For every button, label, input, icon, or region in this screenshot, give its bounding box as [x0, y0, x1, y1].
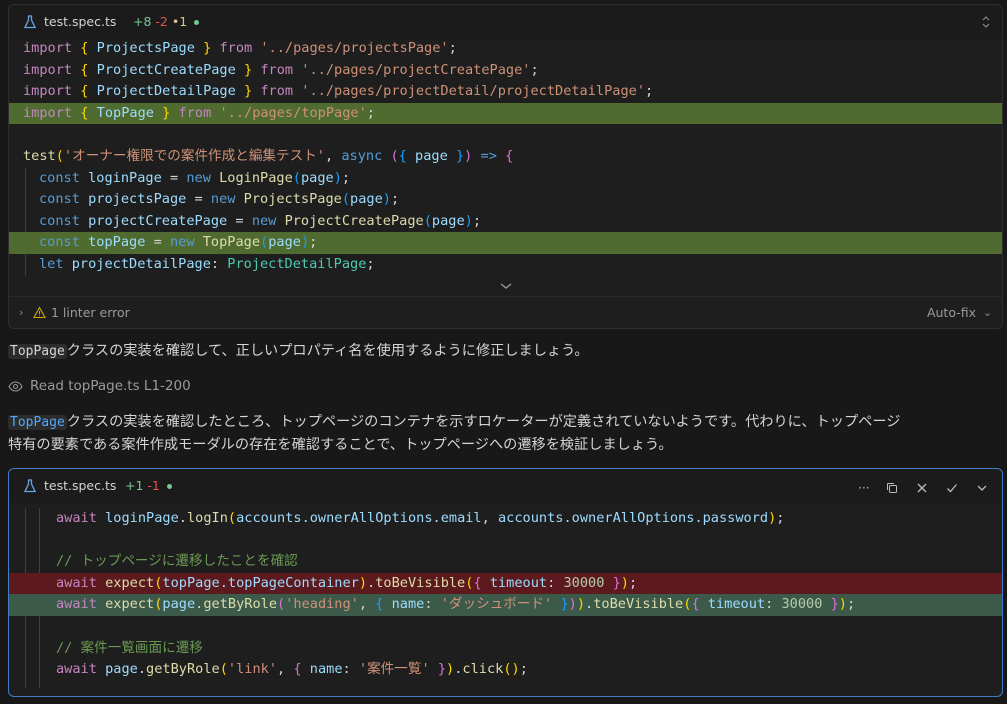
code-line: import { ProjectCreatePage } from '../pa…	[23, 61, 539, 78]
chevron-down-icon[interactable]	[976, 482, 988, 494]
read-file-step[interactable]: Read topPage.ts L1-200	[8, 378, 191, 394]
code-comment: // トップページに遷移したことを確認	[56, 553, 298, 570]
code-line: test('オーナー権限での案件作成と編集テスト', async ({ page…	[23, 148, 514, 164]
linter-footer: › 1 linter error Auto-fix ⌄	[9, 296, 1002, 328]
message-text: クラスの実装を確認したところ、トップページのコンテナを示すロケーターが定義されて…	[66, 414, 901, 430]
check-icon[interactable]	[946, 482, 958, 494]
flask-icon	[23, 15, 37, 29]
removed-count: -2	[155, 14, 168, 29]
removed-count: -1	[147, 478, 160, 493]
code-comment: // 案件一覧画面に遷移	[56, 639, 203, 656]
code-line-added: const topPage = new TopPage(page);	[9, 232, 1002, 254]
card-header[interactable]: test.spec.ts +8 -2 •1	[9, 5, 1002, 39]
chevron-down-icon[interactable]: ⌄	[983, 306, 992, 319]
code-line: const projectsPage = new ProjectsPage(pa…	[39, 191, 400, 208]
eye-icon	[8, 380, 23, 392]
diff-stats: +1 -1	[125, 478, 172, 493]
code-line: await page.getByRole('link', { name: '案件…	[56, 661, 528, 678]
file-name[interactable]: test.spec.ts	[44, 14, 116, 29]
chevron-right-icon[interactable]: ›	[19, 306, 23, 319]
warning-icon	[33, 306, 46, 319]
code-line-added: import { TopPage } from '../pages/topPag…	[9, 102, 1002, 125]
copy-icon[interactable]	[886, 482, 898, 494]
file-name[interactable]: test.spec.ts	[44, 478, 116, 493]
added-count: +8	[133, 14, 152, 29]
expand-collapse-icon[interactable]	[980, 15, 992, 29]
inline-code: TopPage	[8, 415, 67, 430]
assistant-message: TopPage クラスの実装を確認して、正しいプロパティ名を使用するように修正しま…	[8, 340, 589, 363]
code-line: await loginPage.logIn(accounts.ownerAllO…	[56, 510, 785, 526]
linter-error-label[interactable]: 1 linter error	[51, 305, 130, 320]
read-label: Read topPage.ts L1-200	[30, 378, 191, 394]
more-icon[interactable]: ···	[858, 481, 869, 495]
diff-stats: +8 -2 •1	[133, 14, 200, 29]
autofix-button[interactable]: Auto-fix	[927, 305, 976, 320]
code-line-removed: await expect(topPage.topPageContainer).t…	[9, 572, 1002, 595]
code-line: import { ProjectDetailPage } from '../pa…	[23, 83, 654, 100]
card-actions: ···	[847, 477, 988, 496]
flask-icon	[23, 479, 37, 493]
added-count: +1	[125, 478, 144, 493]
modified-count: •1	[171, 14, 188, 29]
code-line: const projectCreatePage = new ProjectCre…	[39, 212, 482, 229]
inline-code: TopPage	[8, 344, 67, 359]
status-dot	[194, 20, 200, 25]
status-dot	[166, 484, 172, 489]
card-header[interactable]: test.spec.ts +1 -1 ···	[9, 469, 1002, 503]
chevron-down-icon[interactable]	[499, 281, 513, 291]
code-line: import { ProjectsPage } from '../pages/p…	[23, 40, 457, 56]
assistant-message: TopPage クラスの実装を確認したところ、トップページのコンテナを示すロケータ…	[8, 411, 900, 457]
message-text: 特有の要素である案件作成モーダルの存在を確認することで、トップページへの遷移を検…	[8, 437, 673, 453]
diff-card-1: test.spec.ts +8 -2 •1 import { ProjectsP…	[8, 4, 1003, 329]
close-icon[interactable]	[916, 482, 928, 494]
message-text: クラスの実装を確認して、正しいプロパティ名を使用するように修正しましょう。	[66, 343, 589, 359]
code-line: const loginPage = new LoginPage(page);	[39, 169, 351, 186]
code-line: let projectDetailPage: ProjectDetailPage…	[39, 256, 375, 272]
diff-card-2: test.spec.ts +1 -1 ··· await loginPage.l…	[8, 468, 1003, 697]
code-line-added: await expect(page.getByRole('heading', {…	[9, 594, 1002, 616]
